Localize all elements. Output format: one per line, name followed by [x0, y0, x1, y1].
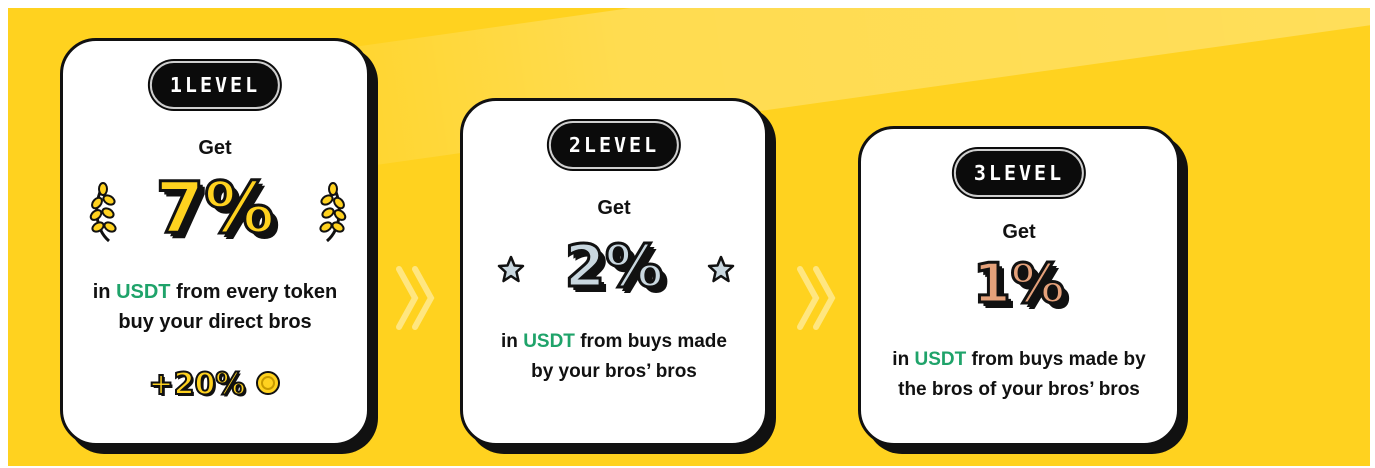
level-3-desc-line-1: in USDT from buys made by [892, 349, 1146, 370]
level-2-badge: 2LEVEL [548, 121, 680, 169]
level-3-badge: 3LEVEL [953, 149, 1085, 197]
usdt-label: USDT [116, 281, 171, 303]
level-3-description: in USDT from buys made by the bros of yo… [861, 345, 1177, 405]
level-3-card: 3LEVEL Get 1% in USDT from buys made by … [858, 126, 1180, 446]
level-2-desc-line-1: in USDT from buys made [501, 331, 727, 352]
level-2-card: 2LEVEL Get 2% in USDT from buys made by … [460, 98, 768, 446]
usdt-label: USDT [914, 349, 967, 370]
laurel-right-icon [315, 181, 347, 247]
level-2-description: in USDT from buys made by your bros’ bro… [463, 327, 765, 387]
usdt-label: USDT [523, 331, 575, 352]
bonus-percent: +20% [148, 366, 247, 403]
coin-icon [255, 370, 281, 400]
level-3-desc-line-2: the bros of your bros’ bros [898, 379, 1140, 400]
level-3-percent: 1% [972, 252, 1067, 315]
level-1-bonus: +20% [63, 366, 367, 403]
star-right-icon [707, 255, 735, 287]
level-3-get-label: Get [1002, 221, 1036, 243]
level-1-desc-line-2: buy your direct bros [118, 311, 312, 333]
referral-levels-banner: 1LEVEL Get 7% in USDT from every token b… [8, 8, 1370, 466]
light-beam-decoration [199, 8, 1370, 188]
double-chevron-right-icon [794, 263, 840, 337]
level-1-badge: 1LEVEL [149, 61, 281, 109]
level-1-description: in USDT from every token buy your direct… [63, 277, 367, 337]
level-1-get-label: Get [198, 137, 232, 159]
level-2-desc-line-2: by your bros’ bros [531, 361, 697, 382]
level-1-card: 1LEVEL Get 7% in USDT from every token b… [60, 38, 370, 446]
double-chevron-right-icon [393, 263, 439, 337]
level-2-get-label: Get [597, 197, 631, 219]
level-1-desc-line-1: in USDT from every token [92, 281, 338, 303]
